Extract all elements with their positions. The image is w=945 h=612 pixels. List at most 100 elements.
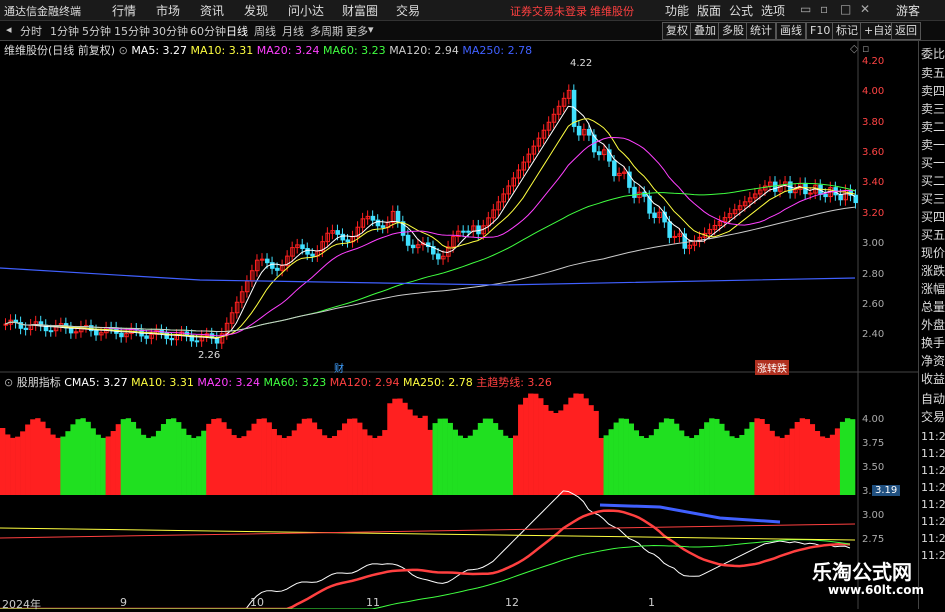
period-tab-multi[interactable]: 多周期 [310, 23, 343, 39]
side-item[interactable]: 卖四 [921, 82, 945, 99]
period-tab-1min[interactable]: 1分钟 [50, 23, 79, 39]
indicator-current-value: 3.19 [872, 485, 901, 496]
side-item[interactable]: 买一 [921, 154, 945, 171]
menu-ask[interactable]: 问小达 [288, 2, 324, 19]
menu-market[interactable]: 行情 [112, 2, 136, 19]
menu-wealth[interactable]: 财富圈 [342, 2, 378, 19]
side-item[interactable]: 现价 [921, 244, 945, 261]
indicator-name[interactable]: 股朋指标 [17, 376, 61, 389]
ind-tick: 3.75 [862, 438, 885, 449]
period-tab-day[interactable]: 日线 [226, 23, 248, 39]
side-item[interactable]: 买三 [921, 190, 945, 207]
side-item[interactable]: 自动 [921, 390, 945, 407]
trend-change-marker[interactable]: 涨转跌 [755, 360, 789, 375]
more-chevron-icon[interactable]: ▾ [368, 23, 374, 36]
side-item[interactable]: 卖三 [921, 100, 945, 117]
side-item[interactable]: 总量 [921, 298, 945, 315]
indicator-bar [171, 418, 177, 495]
side-item[interactable]: 买四 [921, 208, 945, 225]
mark-button[interactable]: 标记 [832, 22, 862, 40]
candle-body [596, 151, 602, 156]
indicator-bar [85, 421, 91, 495]
menu-formula[interactable]: 公式 [729, 2, 753, 19]
indicator-bar [598, 437, 604, 495]
close-icon[interactable]: ✕ [860, 2, 870, 16]
indicator-bar [472, 429, 479, 495]
maximize-icon[interactable]: □ [840, 2, 851, 16]
indicator-bar [347, 418, 353, 495]
side-item[interactable]: 买五 [921, 226, 945, 243]
overlay-button[interactable]: 叠加 [690, 22, 720, 40]
side-item[interactable]: 收益 [921, 370, 945, 387]
indicator-bar [462, 437, 469, 495]
restore-icon[interactable]: ▫ [820, 2, 828, 16]
indicator-bar [95, 434, 101, 495]
price-tick: 3.60 [862, 147, 885, 158]
login-warning[interactable]: 证券交易未登录 [510, 3, 587, 19]
indicator-bar [543, 405, 549, 495]
f10-button[interactable]: F10 [806, 22, 835, 40]
indicator-bar [608, 429, 614, 495]
period-tab-month[interactable]: 月线 [282, 23, 304, 39]
ind-tick: 3.50 [862, 462, 885, 473]
side-item[interactable]: 卖五 [921, 64, 945, 81]
multi-stock-button[interactable]: 多股 [718, 22, 748, 40]
draw-line-button[interactable]: 画线 [776, 22, 806, 40]
menu-market-list[interactable]: 市场 [156, 2, 180, 19]
date-axis: 2024年 9 10 11 12 1 [0, 596, 858, 611]
indicator-bar [20, 431, 26, 495]
candle-body [94, 330, 99, 336]
candle-body [144, 335, 149, 339]
indicator-bar [45, 428, 51, 495]
indicator-bar [653, 429, 660, 495]
period-tab-30min[interactable]: 30分钟 [152, 23, 188, 39]
indicator-bar [849, 419, 856, 495]
indicator-bar [120, 419, 127, 495]
finance-marker[interactable]: 财 [334, 360, 344, 375]
indicator-bar [90, 428, 96, 495]
fuquan-button[interactable]: 复权 [662, 22, 692, 40]
menu-function[interactable]: 功能 [665, 2, 689, 19]
chart-canvas[interactable] [0, 40, 918, 609]
menu-layout[interactable]: 版面 [697, 2, 721, 19]
period-tab-more[interactable]: 更多 [346, 23, 368, 39]
period-toolbar: ◂ 分时 1分钟 5分钟 15分钟 30分钟 60分钟 日线 周线 月线 多周期… [0, 21, 945, 41]
candle-body [672, 235, 677, 238]
minimize-icon[interactable]: ▭ [800, 2, 811, 16]
side-item[interactable]: 涨幅 [921, 280, 945, 297]
period-tab-15min[interactable]: 15分钟 [114, 23, 150, 39]
period-tab-60min[interactable]: 60分钟 [190, 23, 226, 39]
menu-discover[interactable]: 发现 [244, 2, 268, 19]
period-tab-minute[interactable]: 分时 [20, 23, 42, 39]
candle-body [461, 230, 466, 233]
side-item[interactable]: 换手 [921, 334, 945, 351]
side-item[interactable]: 卖一 [921, 136, 945, 153]
guest-label[interactable]: 游客 [896, 2, 920, 19]
candle-body [214, 337, 220, 344]
period-tab-5min[interactable]: 5分钟 [82, 23, 111, 39]
watermark-title: 乐淘公式网 [812, 560, 912, 584]
back-button[interactable]: 返回 [891, 22, 921, 40]
side-item[interactable]: 外盘 [921, 316, 945, 333]
app-title: 通达信金融终端 [4, 5, 81, 18]
menu-trade[interactable]: 交易 [396, 2, 420, 19]
indicator-bar [724, 430, 730, 495]
menu-options[interactable]: 选项 [761, 2, 785, 19]
indicator-bar [583, 398, 589, 495]
side-item[interactable]: 委比 [921, 45, 945, 62]
side-item[interactable]: 买二 [921, 172, 945, 189]
side-item[interactable]: 卖二 [921, 118, 945, 135]
time-item: 11:29 [921, 532, 945, 545]
side-item[interactable]: 交易 [921, 408, 945, 425]
menu-news[interactable]: 资讯 [200, 2, 224, 19]
period-chevron-icon[interactable]: ◂ [6, 23, 12, 36]
period-tab-week[interactable]: 周线 [254, 23, 276, 39]
candle-body [466, 230, 471, 233]
side-item[interactable]: 涨跌 [921, 262, 945, 279]
side-item[interactable]: 净资 [921, 352, 945, 369]
indicator-bar [135, 428, 142, 495]
indicator-bar [412, 415, 418, 495]
settings-icon[interactable]: ⊙ [4, 376, 17, 389]
stats-button[interactable]: 统计 [746, 22, 776, 40]
price-tick: 2.40 [862, 329, 885, 340]
